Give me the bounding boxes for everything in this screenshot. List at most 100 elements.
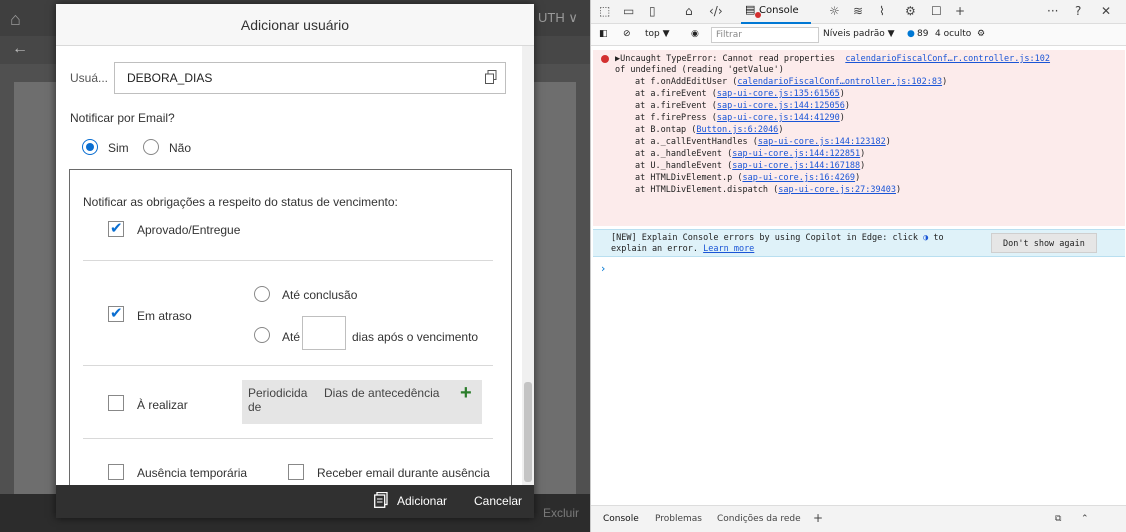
add-row-plus-icon[interactable]: + [460, 382, 472, 405]
radio-yes[interactable] [82, 139, 98, 155]
copilot-info-message: [NEW] Explain Console errors by using Co… [593, 229, 1125, 257]
stack-source-link[interactable]: sap-ui-core.js:144:41290 [717, 113, 840, 123]
error-message: ▶Uncaught TypeError: Cannot read propert… [593, 50, 1125, 226]
drawer-tab-network-conditions[interactable]: Condições da rede [717, 514, 801, 524]
dialog-body: Usuá... DEBORA_DIAS Notificar por Email?… [56, 46, 534, 485]
user-input[interactable]: DEBORA_DIAS [114, 62, 506, 94]
issues-count[interactable]: 89 [917, 29, 928, 39]
stack-line-end: ) [839, 113, 845, 123]
stack-source-link[interactable]: sap-ui-core.js:27:39403 [778, 185, 896, 195]
approved-checkbox[interactable] [108, 219, 124, 237]
absence-checkbox[interactable] [108, 464, 124, 480]
context-select[interactable]: top ▼ [645, 29, 670, 39]
days-input[interactable] [302, 316, 346, 350]
stack-source-link[interactable]: sap-ui-core.js:16:4269 [742, 173, 855, 183]
stack-source-link[interactable]: Button.js:6:2046 [696, 125, 778, 135]
drawer-tab-problems[interactable]: Problemas [655, 514, 702, 524]
stack-line-end: ) [860, 161, 866, 171]
learn-more-link[interactable]: Learn more [703, 244, 754, 254]
drawer-tabbar: Console Problemas Condições da rede + ⧉ … [591, 505, 1126, 532]
col-days-ahead: Dias de antecedência [324, 386, 440, 400]
clear-console-icon[interactable]: ⊘ [623, 29, 631, 39]
error-line1[interactable]: ▶Uncaught TypeError: Cannot read propert… [615, 54, 1050, 64]
console-prompt-chevron-icon[interactable]: › [601, 262, 605, 275]
radio-until-days[interactable] [254, 327, 270, 343]
stack-source-link[interactable]: sap-ui-core.js:144:125056 [717, 101, 845, 111]
late-checkbox[interactable] [108, 304, 124, 322]
stack-line-end: ) [844, 101, 850, 111]
radio-until-conclusion[interactable] [254, 286, 270, 302]
filter-input[interactable]: Filtrar [711, 27, 819, 43]
radio-yes-label: Sim [108, 141, 129, 155]
tab-console[interactable]: ▤ Console [741, 0, 811, 24]
stack-line-text: at HTMLDivElement.dispatch ( [635, 185, 779, 195]
stack-line: at B.ontap (Button.js:6:2046) [635, 125, 783, 135]
performance-icon[interactable]: ☼ [829, 4, 840, 18]
dock-icon[interactable]: ⧉ [1055, 514, 1061, 524]
late-label: Em atraso [137, 309, 192, 323]
error-text: ▶Uncaught TypeError: Cannot read propert… [615, 54, 836, 64]
delete-button[interactable]: Excluir [543, 506, 579, 520]
value-help-icon[interactable] [485, 70, 497, 84]
add-button[interactable]: Adicionar [397, 494, 447, 508]
console-settings-icon[interactable]: ⚙ [977, 29, 985, 39]
close-icon[interactable]: ✕ [1101, 4, 1111, 18]
device-icon[interactable]: ▭ [623, 4, 634, 18]
welcome-icon[interactable]: ⌂ [685, 4, 693, 18]
receive-email-checkbox[interactable] [288, 464, 304, 480]
info-text-end: to [933, 233, 944, 243]
stack-line: at a._callEventHandles (sap-ui-core.js:1… [635, 137, 891, 147]
sources-icon[interactable]: ⌇ [879, 4, 885, 18]
to-do-checkbox[interactable] [108, 395, 124, 411]
issues-icon[interactable]: ● [907, 29, 915, 39]
live-expression-icon[interactable]: ◉ [691, 29, 699, 39]
stack-line-end: ) [839, 89, 845, 99]
stack-line-text: at f.onAddEditUser ( [635, 77, 738, 87]
error-icon [601, 55, 609, 63]
panel-toggle-icon[interactable]: ▯ [649, 4, 656, 18]
home-icon[interactable]: ⌂ [10, 9, 21, 30]
stack-line-text: at U._handleEvent ( [635, 161, 733, 171]
stack-line-text: at B.ontap ( [635, 125, 697, 135]
drawer-add-icon[interactable]: + [813, 511, 823, 525]
dialog-scrollbar[interactable] [522, 46, 534, 485]
info-text: [NEW] Explain Console errors by using Co… [611, 233, 919, 243]
radio-no[interactable] [143, 139, 159, 155]
sidebar-toggle-icon[interactable]: ◧ [599, 29, 608, 39]
inspect-icon[interactable]: ⬚ [599, 4, 610, 18]
application-icon[interactable]: ☐ [931, 4, 942, 18]
scrollbar-thumb[interactable] [524, 382, 532, 482]
stack-source-link[interactable]: sap-ui-core.js:144:123182 [758, 137, 886, 147]
network-icon[interactable]: ≋ [853, 4, 863, 18]
approved-label: Aprovado/Entregue [137, 223, 241, 237]
error-source-link[interactable]: calendarioFiscalConf…r.controller.js:102 [845, 54, 1050, 64]
stack-source-link[interactable]: sap-ui-core.js:135:61565 [717, 89, 840, 99]
stack-line: at a.fireEvent (sap-ui-core.js:135:61565… [635, 89, 845, 99]
more-options-icon[interactable]: ··· [1047, 4, 1058, 18]
add-tool-icon[interactable]: + [955, 4, 965, 18]
topbar-user-text[interactable]: UTH ∨ [538, 10, 578, 26]
collapse-drawer-icon[interactable]: ⌃ [1081, 514, 1089, 524]
cancel-button[interactable]: Cancelar [474, 494, 522, 508]
elements-icon[interactable]: ‹/› [709, 4, 723, 18]
drawer-tab-console[interactable]: Console [603, 514, 639, 524]
stack-source-link[interactable]: sap-ui-core.js:144:167188 [732, 161, 860, 171]
help-icon[interactable]: ? [1075, 4, 1081, 18]
add-document-icon [374, 492, 388, 508]
periodicity-table-header: Periodicida de Dias de antecedência + [242, 380, 482, 424]
stack-line-end: ) [860, 149, 866, 159]
dont-show-again-button[interactable]: Don't show again [991, 233, 1097, 253]
separator [83, 438, 493, 439]
stack-line-end: ) [778, 125, 784, 135]
dont-show-label: Don't show again [1003, 239, 1085, 249]
stack-line-text: at f.firePress ( [635, 113, 717, 123]
back-arrow-icon[interactable]: ← [12, 40, 28, 58]
stack-source-link[interactable]: calendarioFiscalConf…ontroller.js:102:83 [737, 77, 942, 87]
add-user-dialog: Adicionar usuário Usuá... DEBORA_DIAS No… [56, 4, 534, 518]
log-levels-select[interactable]: Níveis padrão ▼ [823, 29, 895, 39]
hidden-count: 4 oculto [935, 29, 972, 39]
stack-source-link[interactable]: sap-ui-core.js:144:122851 [732, 149, 860, 159]
stack-line-end: ) [855, 173, 861, 183]
dialog-title: Adicionar usuário [56, 4, 534, 46]
settings-gear-icon[interactable]: ⚙ [905, 4, 916, 18]
